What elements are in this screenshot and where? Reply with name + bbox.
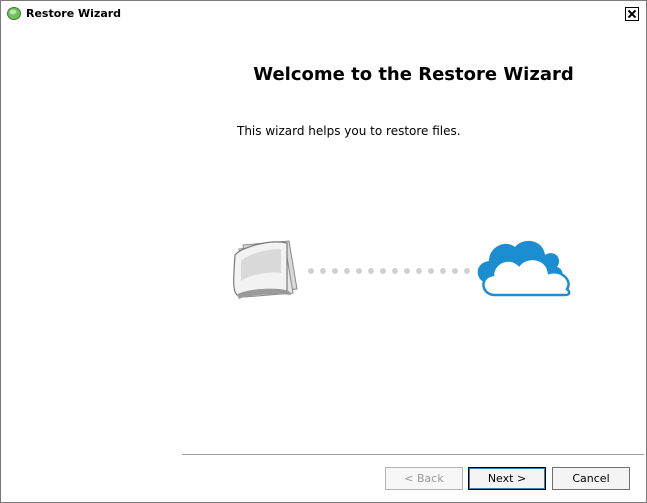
connection-dots bbox=[308, 268, 470, 274]
page-title: Welcome to the Restore Wizard bbox=[253, 64, 574, 85]
restore-wizard-icon bbox=[7, 7, 21, 20]
footer-separator bbox=[182, 454, 644, 456]
restore-illustration bbox=[233, 240, 571, 299]
close-button[interactable] bbox=[625, 7, 639, 21]
window-title: Restore Wizard bbox=[26, 7, 122, 20]
next-button[interactable]: Next > bbox=[468, 467, 546, 490]
close-icon bbox=[627, 9, 637, 19]
documents-icon bbox=[233, 240, 298, 299]
cancel-button[interactable]: Cancel bbox=[552, 467, 630, 490]
cloud-icon bbox=[477, 240, 571, 297]
page-description: This wizard helps you to restore files. bbox=[237, 124, 461, 138]
back-button[interactable]: < Back bbox=[385, 467, 463, 490]
title-bar: Restore Wizard bbox=[1, 1, 646, 27]
restore-wizard-window: Restore Wizard Welcome to the Restore Wi… bbox=[0, 0, 647, 503]
